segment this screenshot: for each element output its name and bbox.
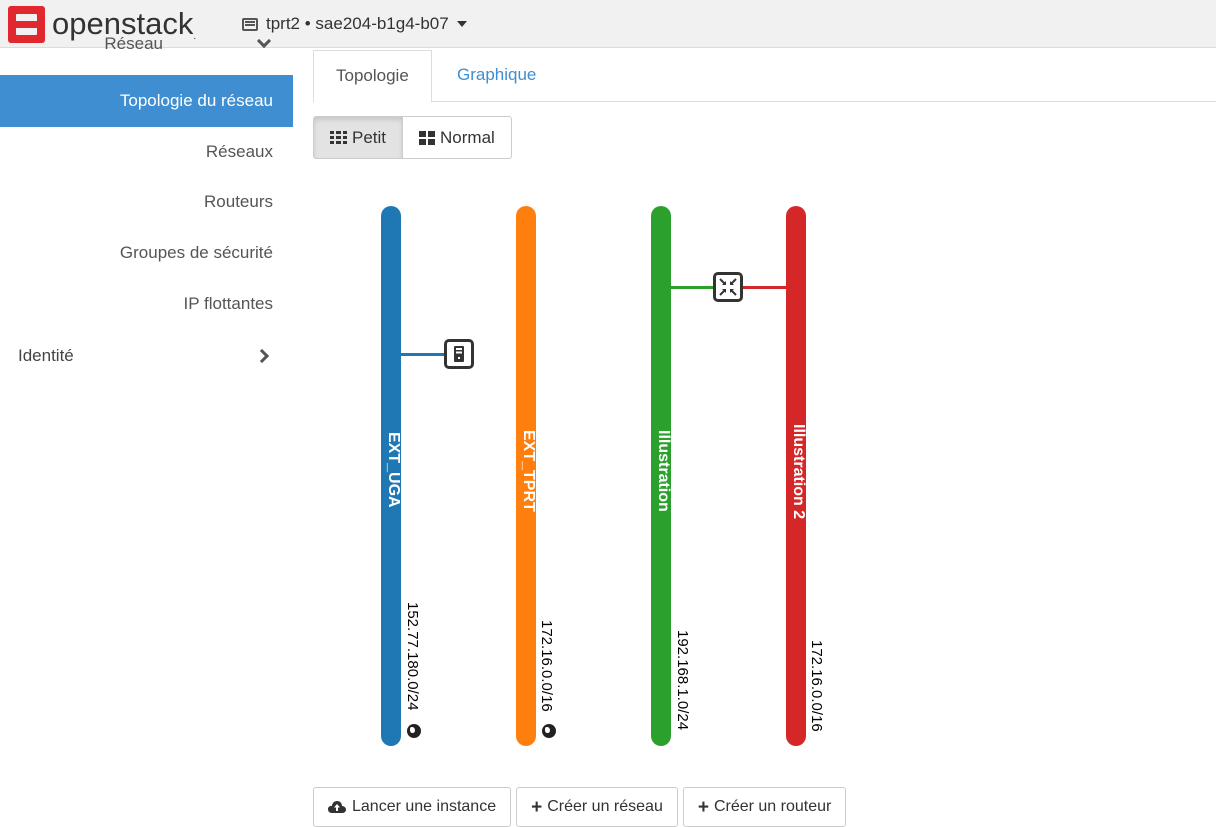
sidebar: Réseau Topologie du réseau Réseaux Route… [0,34,293,826]
network-topology: EXT_UGA 152.77.180.0/24 EXT_TPRT 172.16.… [313,190,1216,760]
router-link-illustration-2 [743,286,787,289]
router-link-illustration [671,286,715,289]
create-network-button[interactable]: + Créer un réseau [516,787,678,827]
network-name: Illustration [655,430,672,512]
router-icon [719,278,737,296]
tab-topology[interactable]: Topologie [313,50,432,103]
topology-tabs: Topologie Graphique [313,50,1216,103]
small-view-label: Petit [352,127,387,147]
view-size-toggle: Petit Normal [313,116,512,159]
project-label: tprt2 • sae204-b1g4-b07 [266,14,449,33]
instance-link [401,353,445,356]
network-cidr: 172.16.0.0/16 [538,620,555,712]
small-view-button[interactable]: Petit [313,116,404,159]
plus-icon: + [697,796,709,818]
cloud-upload-icon [328,801,346,813]
network-name: EXT_UGA [385,432,402,508]
sidebar-item-routers[interactable]: Routeurs [0,176,293,228]
project-icon [242,17,258,31]
launch-instance-button[interactable]: Lancer une instance [313,787,512,827]
network-name: EXT_TPRT [520,430,537,512]
sidebar-item-topology[interactable]: Topologie du réseau [0,75,293,127]
normal-view-label: Normal [440,127,495,147]
sidebar-item-floating-ips[interactable]: IP flottantes [0,278,293,330]
tab-graph[interactable]: Graphique [435,50,558,102]
router-node[interactable] [713,272,743,302]
sidebar-item-security-groups[interactable]: Groupes de sécurité [0,227,293,279]
caret-down-icon [456,21,467,27]
network-cidr: 192.168.1.0/24 [674,630,691,731]
create-router-label: Créer un routeur [713,798,832,815]
grid-normal-icon [419,130,436,145]
sidebar-group-label: Identité [18,346,74,365]
topology-actions: Lancer une instance + Créer un réseau + … [313,787,851,827]
grid-small-icon [330,131,347,144]
instance-icon [454,346,464,362]
sidebar-section-label: Réseau [104,34,163,53]
create-router-button[interactable]: + Créer un routeur [682,787,847,827]
globe-icon [542,724,556,738]
network-name: Illustration 2 [790,424,807,520]
create-network-label: Créer un réseau [547,798,663,815]
sidebar-item-networks[interactable]: Réseaux [0,126,293,178]
network-cidr: 172.16.0.0/16 [808,640,825,732]
sidebar-section-network[interactable]: Réseau [0,34,293,60]
chevron-down-icon [256,34,272,49]
instance-node[interactable] [444,339,474,369]
plus-icon: + [531,796,543,818]
network-cidr: 152.77.180.0/24 [404,602,421,711]
sidebar-group-identity[interactable]: Identité [0,330,293,382]
launch-instance-label: Lancer une instance [352,798,497,815]
normal-view-button[interactable]: Normal [403,116,512,159]
project-selector[interactable]: tprt2 • sae204-b1g4-b07 [242,12,467,36]
globe-icon [407,724,421,738]
chevron-right-icon [254,348,270,364]
